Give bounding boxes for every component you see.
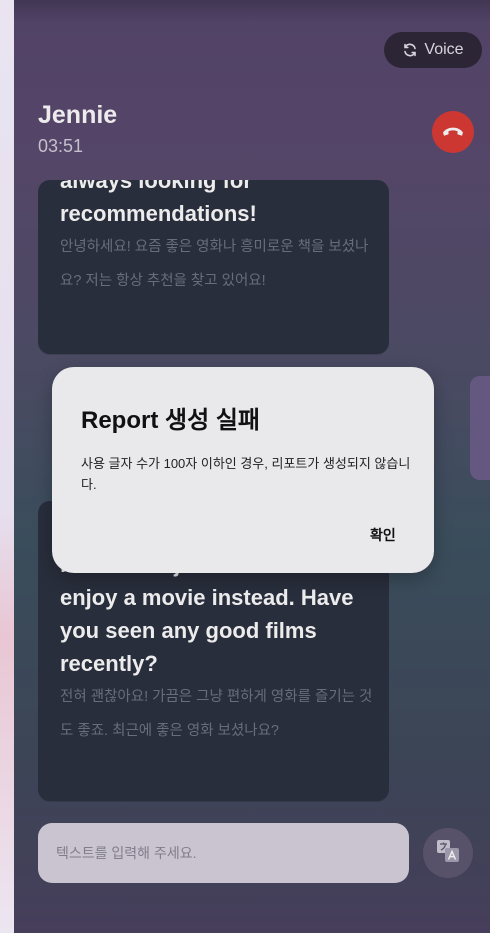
dialog-title: Report 생성 실패	[81, 407, 260, 434]
report-error-dialog: Report 생성 실패 사용 글자 수가 100자 이하인 경우, 리포트가 …	[52, 367, 434, 573]
dialog-message: 사용 글자 수가 100자 이하인 경우, 리포트가 생성되지 않습니다.	[81, 456, 411, 492]
screen-edge	[0, 0, 14, 933]
confirm-button[interactable]: 확인	[370, 525, 396, 545]
